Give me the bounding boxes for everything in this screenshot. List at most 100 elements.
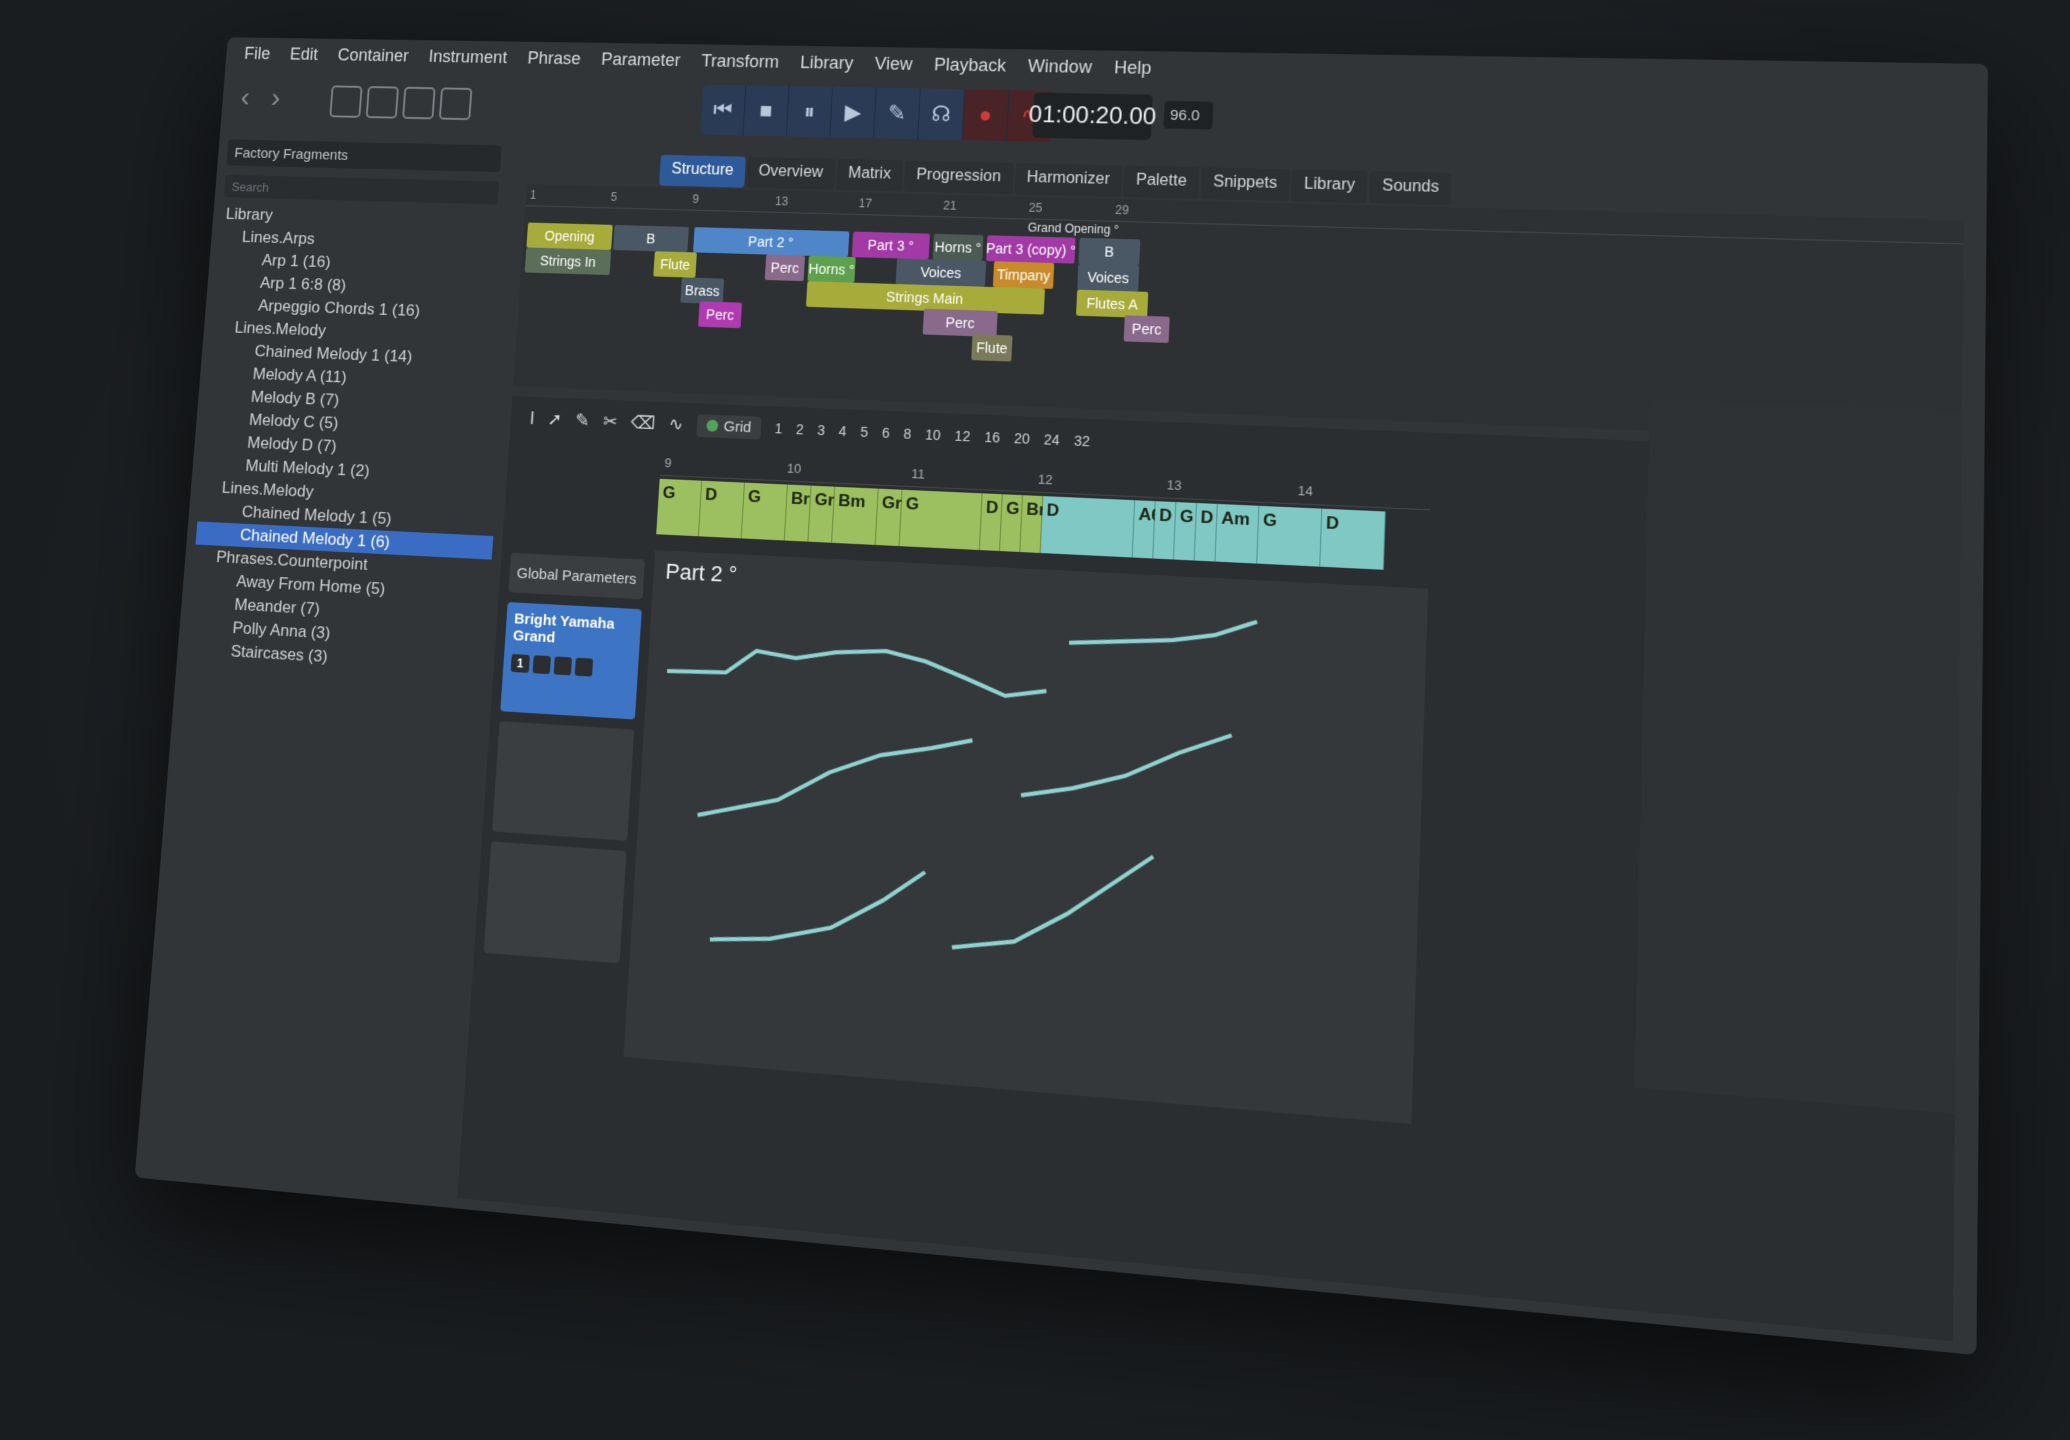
track-header[interactable] xyxy=(492,721,635,841)
arrangement-block[interactable]: Opening xyxy=(526,222,613,250)
menu-phrase[interactable]: Phrase xyxy=(527,48,581,69)
hierarchy-icon[interactable] xyxy=(402,86,436,120)
menu-library[interactable]: Library xyxy=(800,52,854,73)
rewind-icon[interactable]: ⏮ xyxy=(700,84,747,136)
chord-block[interactable]: D xyxy=(1153,501,1177,560)
grid-value-6[interactable]: 6 xyxy=(881,425,890,441)
chord-block[interactable]: D xyxy=(1194,503,1218,562)
tab-overview[interactable]: Overview xyxy=(745,156,836,190)
menu-file[interactable]: File xyxy=(244,43,271,63)
arrangement-block[interactable]: Part 3 (copy) ° xyxy=(986,235,1076,264)
arrangement-block[interactable]: Part 3 ° xyxy=(851,231,930,260)
chord-block[interactable]: Gr xyxy=(808,485,836,543)
tempo-field[interactable]: 96.0 xyxy=(1163,100,1214,130)
select-arrow-icon[interactable]: ➚ xyxy=(547,409,563,430)
chord-block[interactable]: Gr xyxy=(875,488,903,547)
mute-icon[interactable] xyxy=(532,655,551,675)
curve-icon[interactable]: ∿ xyxy=(668,414,684,435)
grid-value-1[interactable]: 1 xyxy=(774,420,783,436)
arrangement-block[interactable]: Timpany xyxy=(992,261,1055,289)
tab-structure[interactable]: Structure xyxy=(659,154,746,188)
wrench-icon[interactable] xyxy=(574,657,593,677)
track-number[interactable]: 1 xyxy=(510,653,530,673)
book-icon[interactable] xyxy=(365,86,400,119)
chord-block[interactable]: Am xyxy=(1215,503,1260,564)
tab-matrix[interactable]: Matrix xyxy=(835,158,904,192)
menu-parameter[interactable]: Parameter xyxy=(601,49,681,70)
back-arrow-icon[interactable]: ‹ xyxy=(239,82,269,120)
grid-value-20[interactable]: 20 xyxy=(1014,430,1030,447)
chord-block[interactable]: G xyxy=(1173,502,1198,561)
arrangement-block[interactable]: Perc xyxy=(922,308,998,337)
grid-value-32[interactable]: 32 xyxy=(1074,432,1091,449)
grid-value-5[interactable]: 5 xyxy=(860,424,869,440)
chord-block[interactable]: G xyxy=(1000,494,1024,553)
menu-transform[interactable]: Transform xyxy=(701,51,780,72)
grid-value-16[interactable]: 16 xyxy=(984,429,1000,446)
arrangement-block[interactable]: Voices xyxy=(895,258,987,287)
menu-help[interactable]: Help xyxy=(1114,57,1152,78)
menu-window[interactable]: Window xyxy=(1028,56,1093,78)
grid-value-2[interactable]: 2 xyxy=(796,421,805,437)
library-search-input[interactable]: Search xyxy=(223,174,500,205)
arrangement-block[interactable]: Flute xyxy=(653,251,697,278)
global-parameters-button[interactable]: Global Parameters xyxy=(508,552,645,600)
arrangement-block[interactable]: Horns ° xyxy=(932,233,984,261)
chord-block[interactable]: D xyxy=(1040,496,1136,558)
grid-value-3[interactable]: 3 xyxy=(817,422,826,438)
pencil-icon[interactable]: ✎ xyxy=(874,87,921,140)
chord-block[interactable]: A6 xyxy=(1132,500,1161,559)
track-header-selected[interactable]: Bright Yamaha Grand 1 xyxy=(500,602,642,720)
menu-edit[interactable]: Edit xyxy=(289,44,318,64)
arrangement-block[interactable]: Perc xyxy=(1123,315,1170,343)
stop-icon[interactable]: ■ xyxy=(743,85,790,137)
tab-palette[interactable]: Palette xyxy=(1123,165,1200,200)
grid-value-4[interactable]: 4 xyxy=(838,423,847,439)
tab-harmonizer[interactable]: Harmonizer xyxy=(1013,162,1123,198)
arrangement-block[interactable]: Flutes A xyxy=(1076,289,1149,319)
record-icon[interactable]: ● xyxy=(962,89,1010,142)
tab-sounds[interactable]: Sounds xyxy=(1368,170,1453,206)
chord-block[interactable]: Br xyxy=(784,484,812,542)
arrangement-block[interactable]: Brass xyxy=(680,277,725,305)
chord-block[interactable]: D xyxy=(698,480,745,539)
scissors-icon[interactable]: ✂ xyxy=(602,411,618,432)
track-header[interactable] xyxy=(483,841,627,964)
arrangement-block[interactable]: B xyxy=(1078,237,1141,266)
arrangement-block[interactable]: Part 2 ° xyxy=(693,227,850,257)
chord-block[interactable]: Br xyxy=(1020,495,1046,554)
library-source-select[interactable]: Factory Fragments xyxy=(226,139,502,173)
chord-block[interactable]: D xyxy=(979,493,1003,552)
arrangement-block[interactable]: Horns ° xyxy=(807,255,856,283)
pencil-icon[interactable]: ✎ xyxy=(575,410,591,431)
menu-container[interactable]: Container xyxy=(337,45,409,66)
arrangement-block[interactable]: Perc xyxy=(698,301,743,329)
text-cursor-icon[interactable]: I xyxy=(529,408,535,429)
forward-arrow-icon[interactable]: › xyxy=(270,82,300,120)
tab-progression[interactable]: Progression xyxy=(903,160,1014,195)
arrangement-block[interactable]: Flute xyxy=(971,334,1013,362)
arrangement-block[interactable]: B xyxy=(613,224,689,253)
solo-icon[interactable] xyxy=(553,656,572,676)
eraser-icon[interactable]: ⌫ xyxy=(630,412,656,434)
tab-library[interactable]: Library xyxy=(1291,169,1368,204)
headphones-icon[interactable]: ☊ xyxy=(918,88,966,141)
chord-block[interactable]: G xyxy=(656,478,703,537)
grid-value-24[interactable]: 24 xyxy=(1044,431,1061,448)
chord-block[interactable]: Bm xyxy=(832,486,879,545)
tab-snippets[interactable]: Snippets xyxy=(1200,167,1291,202)
grid-toggle[interactable]: Grid xyxy=(696,413,762,440)
grid-value-12[interactable]: 12 xyxy=(954,428,970,445)
chord-block[interactable]: G xyxy=(899,489,983,551)
pause-icon[interactable]: ⏸ xyxy=(786,86,834,138)
arrangement-block[interactable]: Voices xyxy=(1077,263,1140,292)
layout-icon[interactable] xyxy=(329,85,363,118)
edit-icon[interactable] xyxy=(438,87,473,121)
chord-block[interactable]: G xyxy=(1257,505,1323,567)
arrangement-block[interactable]: Strings In xyxy=(524,247,612,276)
grid-value-8[interactable]: 8 xyxy=(903,426,912,442)
menu-playback[interactable]: Playback xyxy=(934,54,1007,76)
play-icon[interactable]: ▶ xyxy=(830,86,877,139)
menu-view[interactable]: View xyxy=(874,53,913,74)
grid-value-10[interactable]: 10 xyxy=(925,426,941,443)
